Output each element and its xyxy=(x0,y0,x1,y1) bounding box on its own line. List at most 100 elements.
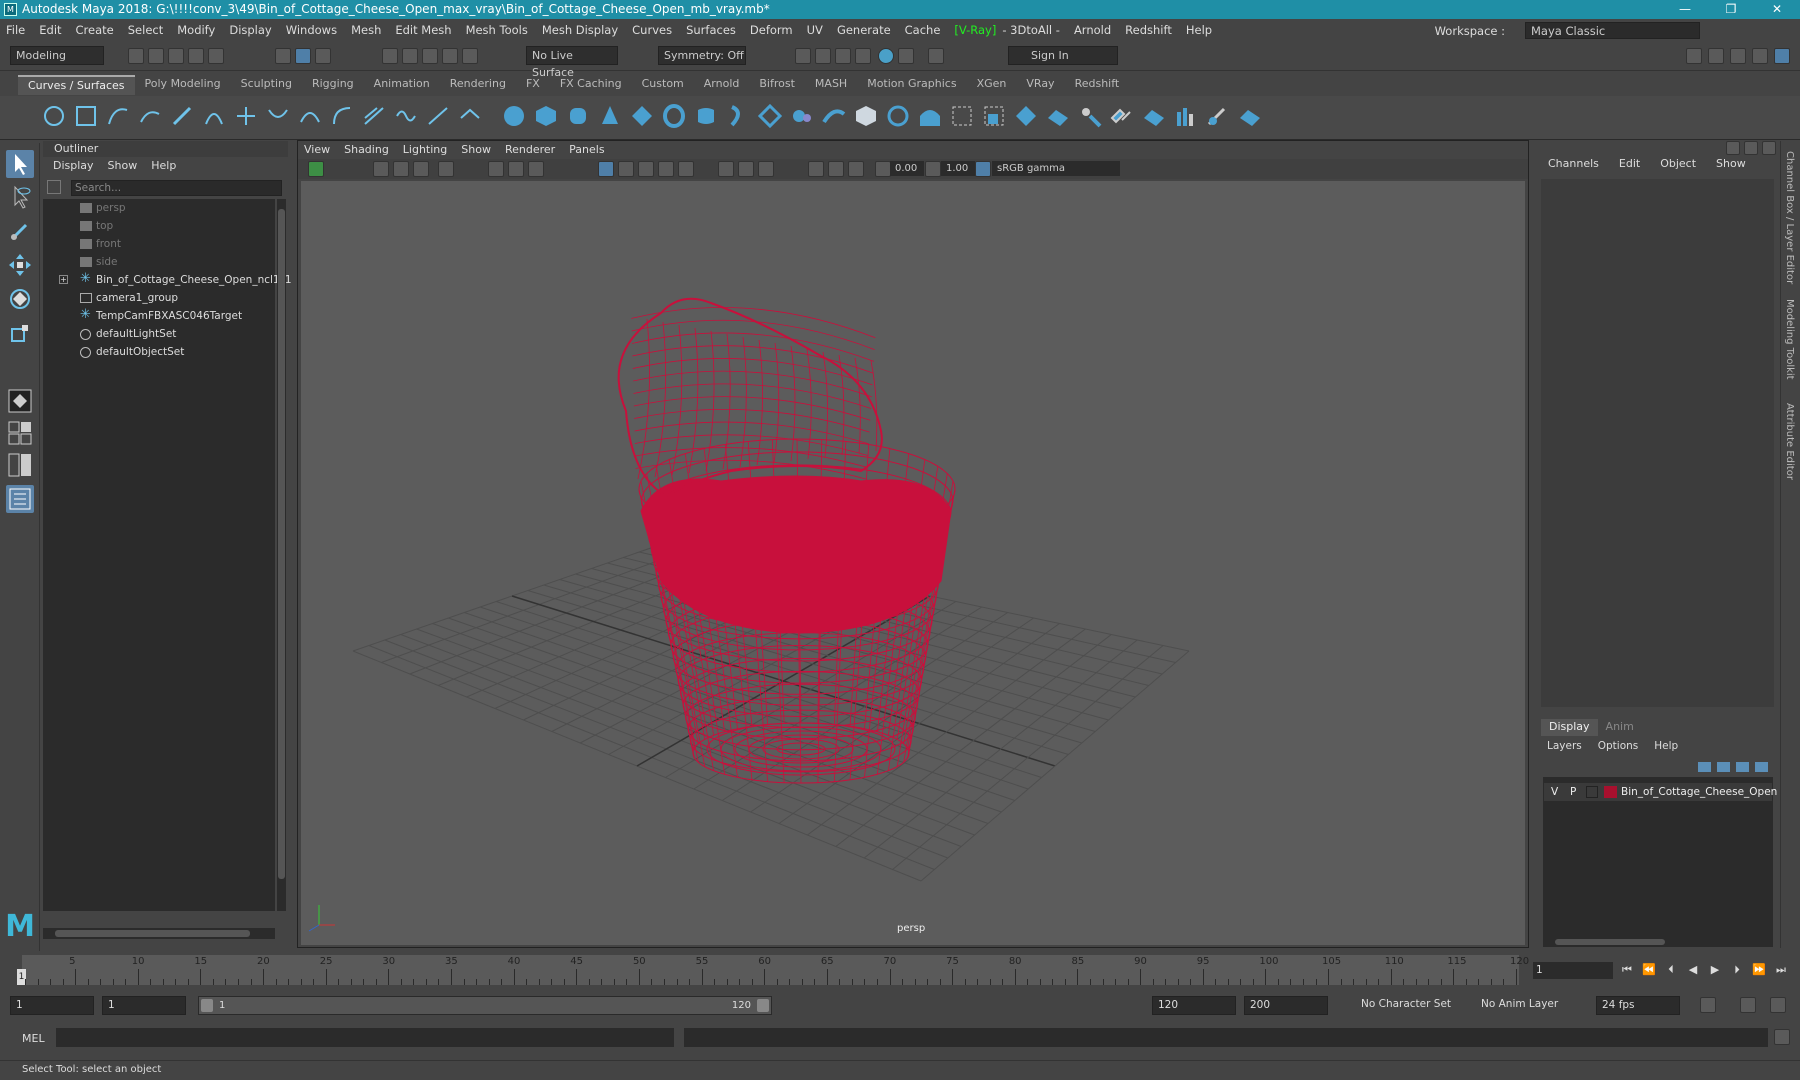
menu-generate[interactable]: Generate xyxy=(837,23,891,37)
menu-mesh-display[interactable]: Mesh Display xyxy=(542,23,618,37)
outliner-item-front[interactable]: front xyxy=(43,235,275,253)
layer-tab-anim[interactable]: Anim xyxy=(1598,719,1642,736)
layer-menu-options[interactable]: Options xyxy=(1598,740,1639,752)
select-by-component-icon[interactable] xyxy=(315,48,331,64)
single-perspective-view-icon[interactable] xyxy=(6,387,34,415)
revolve-icon[interactable] xyxy=(758,104,782,128)
scrollbar-thumb[interactable] xyxy=(1555,939,1665,945)
channel-box-toggle-icon[interactable] xyxy=(1726,141,1740,155)
toggle-channel-box-icon[interactable] xyxy=(1752,48,1768,64)
shelf-tab-curves-surfaces[interactable]: Curves / Surfaces xyxy=(18,75,135,95)
outliner-item-defaultlightset[interactable]: defaultLightSet xyxy=(43,325,275,343)
layer-menu-help[interactable]: Help xyxy=(1654,740,1678,752)
pencil-curve-icon[interactable] xyxy=(170,104,194,128)
add-points-icon[interactable] xyxy=(426,104,450,128)
outliner-menu-help[interactable]: Help xyxy=(151,157,176,175)
toggle-modeling-toolkit-icon[interactable] xyxy=(1686,48,1702,64)
intersect-surfaces-icon[interactable] xyxy=(886,104,910,128)
attribute-editor-toggle-icon[interactable] xyxy=(1744,141,1758,155)
outliner-item-tempcam[interactable]: ✳ TempCamFBXASC046Target xyxy=(43,307,275,325)
menu-edit-mesh[interactable]: Edit Mesh xyxy=(395,23,451,37)
current-frame-field[interactable]: 1 xyxy=(1533,962,1613,979)
loop-icon[interactable] xyxy=(1700,997,1716,1013)
hypershade-icon[interactable] xyxy=(878,48,894,64)
channels-menu-channels[interactable]: Channels xyxy=(1548,157,1599,170)
undo-icon[interactable] xyxy=(188,48,204,64)
range-slider-bar[interactable]: 1 120 xyxy=(198,996,772,1015)
shelf-tab-bifrost[interactable]: Bifrost xyxy=(749,75,805,95)
nurbs-plane-icon[interactable] xyxy=(630,104,654,128)
project-curve-icon[interactable] xyxy=(854,104,878,128)
move-layer-down-icon[interactable] xyxy=(1717,762,1730,772)
step-forward-frame-icon[interactable]: ⏵ xyxy=(1730,963,1744,977)
rebuild-curve-icon[interactable] xyxy=(394,104,418,128)
curve-editing-icon[interactable] xyxy=(458,104,482,128)
select-by-object-icon[interactable] xyxy=(295,48,311,64)
persp-outliner-layout-icon[interactable] xyxy=(6,451,34,479)
render-view-icon[interactable] xyxy=(795,48,811,64)
paint-select-tool-icon[interactable] xyxy=(6,217,34,245)
scrollbar-thumb[interactable] xyxy=(278,209,285,879)
auto-key-icon[interactable] xyxy=(1740,997,1756,1013)
birail-icon[interactable] xyxy=(790,104,814,128)
menu-edit[interactable]: Edit xyxy=(39,23,61,37)
toggle-attribute-editor-icon[interactable] xyxy=(1708,48,1724,64)
ambient-occlusion-icon[interactable] xyxy=(738,161,754,177)
attach-curves-icon[interactable] xyxy=(234,104,258,128)
nurbs-sphere-icon[interactable] xyxy=(502,104,526,128)
surface-editing-icon[interactable] xyxy=(1238,104,1262,128)
playback-start-field[interactable]: 1 xyxy=(102,996,186,1015)
new-scene-icon[interactable] xyxy=(128,48,144,64)
shelf-tab-vray[interactable]: VRay xyxy=(1016,75,1064,95)
range-end-handle[interactable] xyxy=(757,999,769,1012)
sign-in-button[interactable]: Sign In xyxy=(1008,46,1118,65)
menu-surfaces[interactable]: Surfaces xyxy=(686,23,736,37)
layer-playback-toggle[interactable]: P xyxy=(1570,783,1576,801)
shelf-tab-motion-graphics[interactable]: Motion Graphics xyxy=(857,75,966,95)
new-empty-layer-icon[interactable] xyxy=(1736,762,1749,772)
menu-deform[interactable]: Deform xyxy=(750,23,793,37)
planar-icon[interactable] xyxy=(726,104,750,128)
layer-type-toggle[interactable] xyxy=(1586,786,1598,798)
arnold-render-icon[interactable] xyxy=(898,48,914,64)
open-close-surfaces-icon[interactable] xyxy=(1046,104,1070,128)
layer-menu-layers[interactable]: Layers xyxy=(1547,740,1582,752)
snap-point-icon[interactable] xyxy=(422,48,438,64)
viewport-menu-view[interactable]: View xyxy=(304,141,330,159)
rebuild-surfaces-icon[interactable] xyxy=(1142,104,1166,128)
nurbs-circle-icon[interactable] xyxy=(42,104,66,128)
outliner-item-camera1-group[interactable]: camera1_group xyxy=(43,289,275,307)
nurbs-torus-icon[interactable] xyxy=(662,104,686,128)
viewport-menu-show[interactable]: Show xyxy=(461,141,491,159)
anim-layer-dropdown[interactable]: No Anim Layer xyxy=(1476,996,1576,1015)
shadows-icon[interactable] xyxy=(718,161,734,177)
grease-pencil-icon[interactable] xyxy=(438,161,454,177)
tool-settings-toggle-icon[interactable] xyxy=(1762,141,1776,155)
layer-row[interactable]: V P Bin_of_Cottage_Cheese_Open xyxy=(1544,783,1777,801)
extend-curve-icon[interactable] xyxy=(330,104,354,128)
round-tool-icon[interactable] xyxy=(1174,104,1198,128)
menu-3dtoall[interactable]: - 3DtoAll - xyxy=(1002,23,1060,37)
rotate-tool-icon[interactable] xyxy=(6,285,34,313)
wireframe-icon[interactable] xyxy=(598,161,614,177)
layer-color-swatch[interactable] xyxy=(1604,786,1617,798)
2d-pan-zoom-icon[interactable] xyxy=(413,161,429,177)
viewport-menu-lighting[interactable]: Lighting xyxy=(403,141,447,159)
close-button[interactable]: ✕ xyxy=(1754,0,1800,19)
outliner-layout-icon[interactable] xyxy=(6,485,34,513)
detach-curves-icon[interactable] xyxy=(266,104,290,128)
move-tool-icon[interactable] xyxy=(6,251,34,279)
outliner-menu-display[interactable]: Display xyxy=(53,157,94,175)
outliner-item-top[interactable]: top xyxy=(43,217,275,235)
xray-joints-icon[interactable] xyxy=(848,161,864,177)
menu-select[interactable]: Select xyxy=(128,23,163,37)
move-layer-up-icon[interactable] xyxy=(1698,762,1711,772)
color-space-dropdown[interactable]: sRGB gamma xyxy=(992,161,1120,176)
character-set-dropdown[interactable]: No Character Set xyxy=(1356,996,1456,1015)
restore-button[interactable]: ❐ xyxy=(1708,0,1754,19)
nurbs-cone-icon[interactable] xyxy=(598,104,622,128)
redo-icon[interactable] xyxy=(208,48,224,64)
toggle-tool-settings-icon[interactable] xyxy=(1730,48,1746,64)
bookmark-icon[interactable] xyxy=(373,161,389,177)
animation-preferences-icon[interactable] xyxy=(1770,997,1786,1013)
